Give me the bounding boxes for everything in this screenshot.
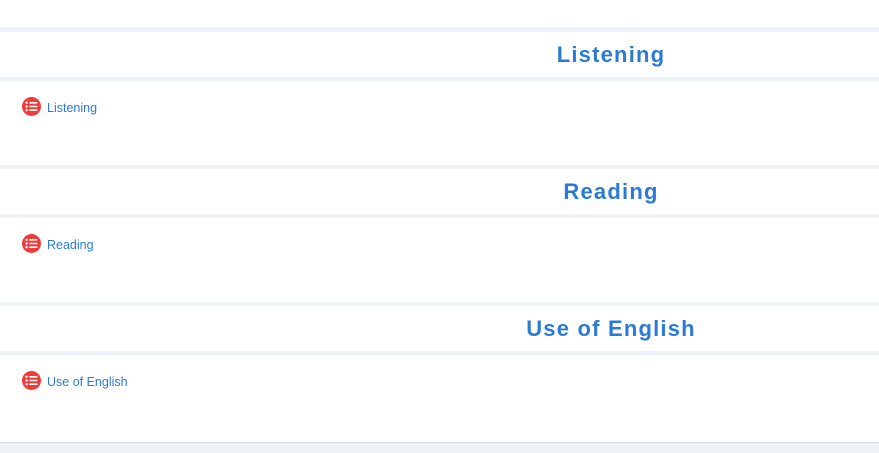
course-page: Listening Listening Reading Reading Use … (0, 0, 879, 453)
activity-label: Reading (47, 238, 94, 252)
section-title: Listening (556, 41, 666, 67)
section-header-reading: Reading (0, 169, 879, 214)
activity-link-listening[interactable]: Listening (22, 97, 97, 116)
section-header-use-of-english: Use of English (0, 306, 879, 351)
section-header-listening: Listening (0, 32, 879, 77)
bottom-divider (0, 442, 879, 443)
section-body-listening: Listening (0, 81, 879, 165)
section-body-reading: Reading (0, 218, 879, 302)
list-icon (22, 371, 41, 390)
list-icon (22, 234, 41, 253)
activity-label: Listening (47, 101, 98, 115)
section-body-use-of-english: Use of English (0, 355, 879, 442)
section-title: Use of English (526, 315, 696, 341)
list-icon (22, 97, 41, 116)
activity-link-reading[interactable]: Reading (22, 234, 94, 253)
activity-label: Use of English (47, 375, 128, 389)
section-title: Reading (563, 178, 659, 204)
activity-link-use-of-english[interactable]: Use of English (22, 371, 128, 390)
top-strip (0, 0, 879, 27)
